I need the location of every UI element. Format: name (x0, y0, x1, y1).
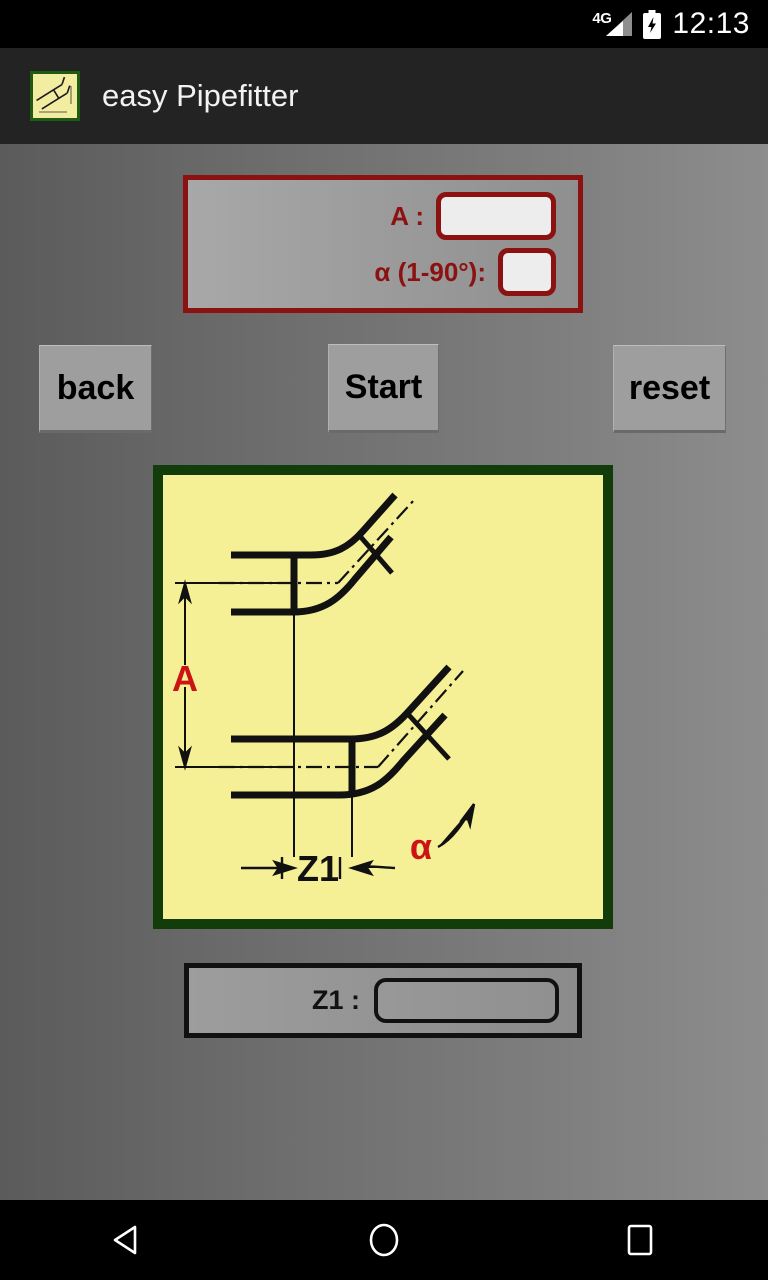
input-row-angle: α (1-90°): (188, 244, 578, 300)
nav-back-triangle-icon[interactable] (83, 1210, 173, 1270)
main-content: A : α (1-90°): back Start reset A Z1 α Z… (0, 144, 768, 1200)
pipe-diagram-svg: A Z1 α (172, 492, 476, 889)
offset-input[interactable] (436, 192, 556, 240)
travel-dimension-label: Z1 (297, 848, 339, 889)
battery-charging-icon (642, 9, 662, 39)
angle-input[interactable] (498, 248, 556, 296)
android-nav-bar (0, 1200, 768, 1280)
app-screen: 4G 12:13 easy Pipefitter A: α (1-90°): … (0, 0, 768, 1280)
status-bar: 4G 12:13 (0, 0, 768, 48)
result-output-field[interactable] (374, 978, 559, 1023)
angle-label: α (1-90°): (374, 256, 486, 287)
result-panel: Z1 : (184, 963, 582, 1038)
input-panel: A : α (1-90°): (183, 175, 583, 313)
offset-label: A : (390, 200, 424, 231)
app-logo-pipe-diagram-icon (30, 71, 80, 121)
angle-dimension-label: α (410, 826, 432, 867)
page-title: easy Pipefitter (102, 78, 299, 113)
nav-recents-square-icon[interactable] (595, 1210, 685, 1270)
offset-dimension-label: A (172, 658, 198, 699)
pipe-diagram: A Z1 α (153, 465, 613, 929)
clock-label: 12:13 (672, 7, 750, 40)
reset-button[interactable]: reset (613, 345, 726, 433)
input-row-offset: A : (188, 188, 578, 244)
nav-home-circle-icon[interactable] (339, 1210, 429, 1270)
app-bar: easy Pipefitter (0, 48, 768, 144)
result-label: Z1 : (311, 985, 360, 1015)
start-button[interactable]: Start (328, 344, 439, 433)
signal-bars-icon: 4G (592, 9, 633, 39)
back-button[interactable]: back (39, 345, 152, 433)
